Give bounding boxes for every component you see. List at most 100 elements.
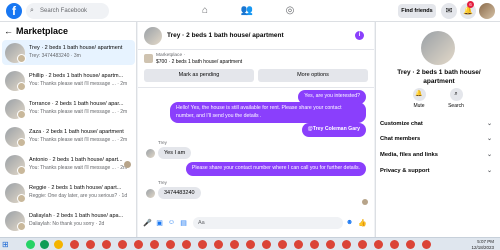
conversation-name: Torrance · 2 beds 1 bath house/ apar... (29, 101, 124, 107)
conversation-item[interactable]: Zaza · 2 beds 1 bath house/ apartment Yo… (2, 124, 135, 149)
chrome-icon[interactable] (166, 240, 175, 249)
microphone-icon[interactable]: 🎤 (143, 219, 152, 227)
conversation-preview: You: Thanks please wait i'll message ...… (29, 109, 128, 115)
profile-avatar[interactable] (479, 3, 495, 19)
details-title: Trey · 2 beds 1 bath house/ apartment (397, 69, 481, 85)
customize-chat-item[interactable]: Customize chat ⌄ (380, 117, 495, 131)
chrome-icon[interactable] (326, 240, 335, 249)
search-input[interactable]: ⌕ Search Facebook (26, 3, 109, 19)
chrome-icon[interactable] (246, 240, 255, 249)
chat-header: Trey · 2 beds 1 bath house/ apartment i (138, 22, 374, 50)
message-composer: 🎤 ▣ ☺ ▤ Aa ☻ 👍 (138, 211, 374, 235)
top-navigation-bar: f ⌕ Search Facebook ⌂ 👥 ◎ Find friends ✉… (0, 0, 500, 22)
home-icon[interactable]: ⌂ (198, 5, 212, 17)
conversation-item[interactable]: Phillip · 2 beds 1 bath house/ apartm...… (2, 68, 135, 93)
listing-thumbnail (5, 43, 26, 63)
whatsapp-icon[interactable] (26, 240, 35, 249)
conversation-item[interactable]: Reggie · 2 beds 1 bath house/ apart... R… (2, 180, 135, 205)
chrome-icon[interactable] (150, 240, 159, 249)
chrome-icon[interactable] (422, 240, 431, 249)
windows-start-icon[interactable]: ⊞ (2, 240, 11, 249)
chevron-down-icon: ⌄ (486, 136, 492, 142)
conversation-name: Antonio · 2 beds 1 bath house/ apart... (29, 157, 123, 163)
listing-avatar[interactable] (421, 31, 455, 65)
system-clock[interactable]: 5:07 PM 12/18/2023 (471, 239, 494, 250)
marketplace-header: ← Marketplace (4, 26, 68, 36)
listing-small-thumbnail (144, 54, 153, 63)
chrome-icon[interactable] (118, 240, 127, 249)
chat-members-label: Chat members (380, 136, 421, 142)
conversation-name: Zaza · 2 beds 1 bath house/ apartment (29, 129, 124, 135)
chat-members-item[interactable]: Chat members ⌄ (380, 132, 495, 146)
emoji-icon[interactable]: ☻ (345, 219, 354, 226)
mute-button[interactable]: 🔔 Mute (406, 88, 432, 109)
sender-avatar[interactable] (146, 149, 155, 158)
like-icon[interactable]: 👍 (358, 219, 367, 227)
seen-avatar (124, 161, 131, 168)
friends-icon[interactable]: 👥 (240, 5, 254, 17)
back-arrow-icon[interactable]: ← (4, 26, 13, 36)
chrome-icon[interactable] (230, 240, 239, 249)
gif-icon[interactable]: ▤ (179, 219, 188, 227)
message-input[interactable]: Aa (193, 217, 343, 229)
groups-icon[interactable]: ◎ (283, 5, 297, 17)
chrome-icon[interactable] (390, 240, 399, 249)
chrome-icon[interactable] (134, 240, 143, 249)
chrome-icon[interactable] (342, 240, 351, 249)
message-outgoing[interactable]: Hello! Yes, the house is still available… (170, 102, 366, 124)
chat-title[interactable]: Trey · 2 beds 1 bath house/ apartment (167, 32, 284, 39)
chrome-icon[interactable] (358, 240, 367, 249)
chat-listing-thumbnail[interactable] (144, 27, 162, 45)
message-incoming[interactable]: Yes I am (158, 147, 192, 159)
chrome-icon[interactable] (310, 240, 319, 249)
chrome-icon[interactable] (374, 240, 383, 249)
chrome-icon[interactable] (102, 240, 111, 249)
conversation-info-icon[interactable]: i (355, 31, 364, 40)
photo-icon[interactable]: ▣ (155, 219, 164, 227)
chrome-icon[interactable] (262, 240, 271, 249)
mark-as-pending-button[interactable]: Mark as pending (144, 69, 254, 82)
sender-avatar[interactable] (146, 189, 155, 198)
search-placeholder: Search Facebook (40, 8, 88, 14)
chrome-icon[interactable] (198, 240, 207, 249)
find-friends-button[interactable]: Find friends (398, 4, 436, 18)
chrome-icon[interactable] (86, 240, 95, 249)
chrome-icon[interactable] (406, 240, 415, 249)
listing-title[interactable]: $700 · 2 beds 1 bath house/ apartment (156, 59, 242, 65)
privacy-support-item[interactable]: Privacy & support ⌄ (380, 164, 495, 178)
message-sender-name: Trey (158, 180, 167, 185)
conversation-item[interactable]: Torrance · 2 beds 1 bath house/ apar... … (2, 96, 135, 121)
media-files-links-item[interactable]: Media, files and links ⌄ (380, 148, 495, 162)
listing-thumbnail (5, 183, 26, 203)
listing-thumbnail (5, 155, 26, 175)
chrome-icon[interactable] (278, 240, 287, 249)
messenger-icon[interactable]: ✉ (441, 3, 457, 19)
chrome-icon[interactable] (294, 240, 303, 249)
conversation-item[interactable]: Daliaylah · 2 beds 1 bath house/ apa... … (2, 208, 135, 233)
chevron-down-icon: ⌄ (486, 168, 492, 174)
message-outgoing-mention[interactable]: @Trey Coleman Gary (301, 123, 366, 137)
chrome-icon[interactable] (70, 240, 79, 249)
chrome-icon[interactable] (214, 240, 223, 249)
bell-icon: 🔔 (412, 88, 426, 101)
chrome-icon[interactable] (182, 240, 191, 249)
search-conversation-button[interactable]: ⌕ Search (443, 88, 469, 109)
sticker-icon[interactable]: ☺ (167, 219, 176, 226)
message-incoming[interactable]: 3474483240 (158, 187, 201, 199)
app-icon[interactable] (54, 240, 63, 249)
message-thread: Yes, are you interested? Hello! Yes, the… (138, 88, 374, 218)
facebook-logo-icon[interactable]: f (6, 3, 22, 19)
conversation-name: Trey · 2 beds 1 bath house/ apartment (29, 45, 123, 51)
chevron-down-icon: ⌄ (486, 152, 492, 158)
listing-thumbnail (5, 211, 26, 231)
app-icon[interactable] (40, 240, 49, 249)
conversation-name: Daliaylah · 2 beds 1 bath house/ apa... (29, 213, 124, 219)
search-icon: ⌕ (449, 88, 463, 101)
chat-panel: Trey · 2 beds 1 bath house/ apartment i … (138, 22, 374, 237)
conversation-item[interactable]: Antonio · 2 beds 1 bath house/ apart... … (2, 152, 135, 177)
conversation-item[interactable]: Trey · 2 beds 1 bath house/ apartment Tr… (2, 40, 135, 65)
message-outgoing[interactable]: Please share your contact number where I… (185, 162, 366, 176)
read-receipt-avatar (362, 199, 368, 205)
notification-badge: 6 (467, 1, 474, 8)
more-options-button[interactable]: More options (258, 69, 368, 82)
